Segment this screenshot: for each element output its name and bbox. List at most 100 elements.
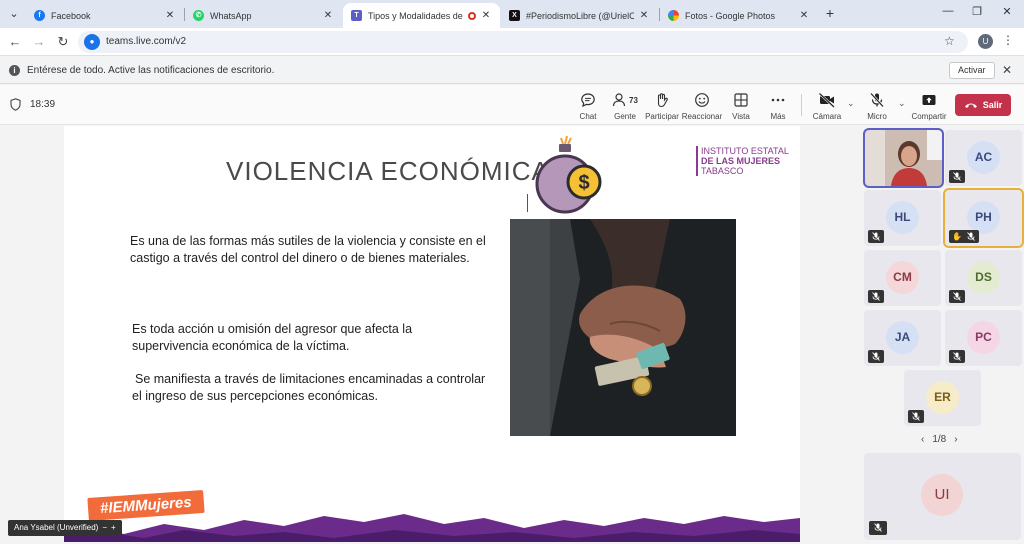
tab-x[interactable]: X #PeriodismoLibre (@UrielCollac ✕ xyxy=(501,3,658,28)
muted-mic-icon xyxy=(949,170,965,183)
whatsapp-icon: ✆ xyxy=(193,10,204,21)
react-label: Reaccionar xyxy=(681,112,723,121)
participant-tile[interactable]: CM xyxy=(864,250,941,306)
browser-menu-icon[interactable]: ⋮ xyxy=(1002,33,1014,47)
svg-text:$: $ xyxy=(578,172,589,194)
address-bar-row: ← → ↻ ● teams.live.com/v2 ☆ U ⋮ xyxy=(0,28,1024,56)
share-button[interactable]: Compartir xyxy=(907,90,951,121)
hands-money-photo xyxy=(510,219,736,436)
camera-options-chevron-icon[interactable]: ⌄ xyxy=(847,98,855,109)
muted-mic-icon xyxy=(868,230,884,243)
more-dots-icon xyxy=(771,98,785,102)
raise-hand-button[interactable]: Participar xyxy=(640,90,684,121)
tab-title: WhatsApp xyxy=(210,10,252,21)
participant-avatar: ER xyxy=(926,381,959,414)
mic-options-chevron-icon[interactable]: ⌄ xyxy=(898,98,906,109)
participant-tile[interactable]: JA xyxy=(864,310,941,366)
participant-avatar: DS xyxy=(967,261,1000,294)
zoom-in-icon[interactable]: + xyxy=(111,520,116,536)
share-screen-icon xyxy=(922,95,936,105)
paragraph-line: castigo a través del control del dinero … xyxy=(130,251,470,265)
raised-hand-icon: ✋ xyxy=(949,230,979,243)
google-photos-icon xyxy=(668,10,679,21)
muted-mic-icon xyxy=(868,350,884,363)
participant-tile[interactable]: PH ✋ xyxy=(943,188,1024,248)
site-info-icon[interactable]: ● xyxy=(84,34,100,50)
tab-title: Tipos y Modalidades de Vic xyxy=(368,10,465,21)
close-tab-icon[interactable]: ✕ xyxy=(164,10,176,21)
self-avatar-tile[interactable]: UI xyxy=(864,453,1021,540)
recording-icon xyxy=(468,11,476,20)
close-window-icon[interactable]: ✕ xyxy=(997,5,1017,18)
participant-avatar: HL xyxy=(886,201,919,234)
tab-facebook[interactable]: f Facebook ✕ xyxy=(26,3,184,28)
participant-video xyxy=(865,130,942,186)
tab-title: Fotos - Google Photos xyxy=(685,10,776,21)
hang-up-icon xyxy=(964,103,977,108)
facebook-icon: f xyxy=(34,10,45,21)
zoom-out-icon[interactable]: − xyxy=(102,520,107,536)
participant-avatar: JA xyxy=(886,321,919,354)
camera-button[interactable]: Cámara xyxy=(805,90,849,121)
participant-tile[interactable]: AC xyxy=(945,130,1022,186)
shared-slide: VIOLENCIA ECONÓMICA $ INSTITUTO ESTATAL … xyxy=(64,126,800,542)
meeting-toolbar: 18:39 Chat 73 Gente Participar Reacciona… xyxy=(0,85,1024,125)
muted-mic-icon xyxy=(869,521,887,535)
money-bomb-icon: $ xyxy=(535,135,602,214)
participant-tile[interactable]: DS xyxy=(945,250,1022,306)
muted-mic-icon xyxy=(949,290,965,303)
close-banner-icon[interactable]: ✕ xyxy=(1002,63,1012,77)
participant-tile[interactable]: HL xyxy=(864,190,941,246)
tab-search-chevron-icon[interactable]: ⌄ xyxy=(6,6,22,22)
tab-teams-meeting[interactable]: T Tipos y Modalidades de Vic ✕ xyxy=(343,3,500,28)
more-button[interactable]: Más xyxy=(756,90,800,121)
page-indicator: 1/8 xyxy=(932,434,947,445)
react-button[interactable]: Reaccionar xyxy=(680,90,724,121)
activate-notifications-button[interactable]: Activar xyxy=(949,62,995,79)
profile-avatar[interactable]: U xyxy=(978,34,993,49)
institute-line: INSTITUTO ESTATAL xyxy=(701,146,789,156)
url-text[interactable]: teams.live.com/v2 xyxy=(106,36,186,47)
share-label: Compartir xyxy=(911,112,947,121)
close-tab-icon[interactable]: ✕ xyxy=(638,10,650,21)
notification-banner: i Entérese de todo. Active las notificac… xyxy=(0,57,1024,84)
close-tab-icon[interactable]: ✕ xyxy=(480,10,492,21)
new-tab-button[interactable]: + xyxy=(822,5,838,21)
bookmark-star-icon[interactable]: ☆ xyxy=(944,34,955,48)
participant-tile[interactable]: PC xyxy=(945,310,1022,366)
reload-icon[interactable]: ↻ xyxy=(55,34,71,50)
paragraph-line: Es toda acción u omisión del agresor que… xyxy=(132,322,413,336)
shield-icon xyxy=(10,98,21,111)
institute-line: TABASCO xyxy=(701,166,744,176)
paragraph-line: Se manifiesta a través de limitaciones e… xyxy=(135,372,486,386)
minimize-icon[interactable]: — xyxy=(938,5,958,17)
browser-tab-bar: ⌄ f Facebook ✕ ✆ WhatsApp ✕ T Tipos y Mo… xyxy=(0,0,1024,28)
back-arrow-icon[interactable]: ← xyxy=(7,34,23,50)
mic-label: Micro xyxy=(867,112,887,121)
notification-text: Entérese de todo. Active las notificacio… xyxy=(27,65,275,76)
meeting-stage: VIOLENCIA ECONÓMICA $ INSTITUTO ESTATAL … xyxy=(0,126,858,544)
tab-google-photos[interactable]: Fotos - Google Photos ✕ xyxy=(660,3,818,28)
raise-hand-icon xyxy=(657,93,668,108)
leave-meeting-button[interactable]: Salir xyxy=(955,94,1011,116)
tab-whatsapp[interactable]: ✆ WhatsApp ✕ xyxy=(185,3,342,28)
paragraph-definition: Es una de las formas más sutiles de la v… xyxy=(130,233,486,267)
muted-mic-icon xyxy=(868,290,884,303)
next-page-icon[interactable]: › xyxy=(954,434,957,445)
restore-icon[interactable]: ❐ xyxy=(967,5,987,18)
mic-button[interactable]: Micro xyxy=(855,90,899,121)
previous-page-icon[interactable]: ‹ xyxy=(921,434,924,445)
omnibox[interactable]: ● teams.live.com/v2 xyxy=(78,31,968,53)
meeting-timer: 18:39 xyxy=(30,99,56,110)
forward-arrow-icon[interactable]: → xyxy=(31,34,47,50)
close-tab-icon[interactable]: ✕ xyxy=(798,10,810,21)
grid-view-icon xyxy=(734,93,748,107)
self-avatar: UI xyxy=(921,474,963,516)
self-video-tile[interactable] xyxy=(863,128,944,188)
participant-tile[interactable]: ER xyxy=(904,370,981,426)
paragraph-line: el ingreso de sus percepciones económica… xyxy=(132,389,378,403)
muted-mic-icon xyxy=(908,410,924,423)
presenter-name-card: Ana Ysabel (Unverified) − + xyxy=(8,520,122,536)
close-tab-icon[interactable]: ✕ xyxy=(322,10,334,21)
mic-off-icon xyxy=(870,92,884,108)
